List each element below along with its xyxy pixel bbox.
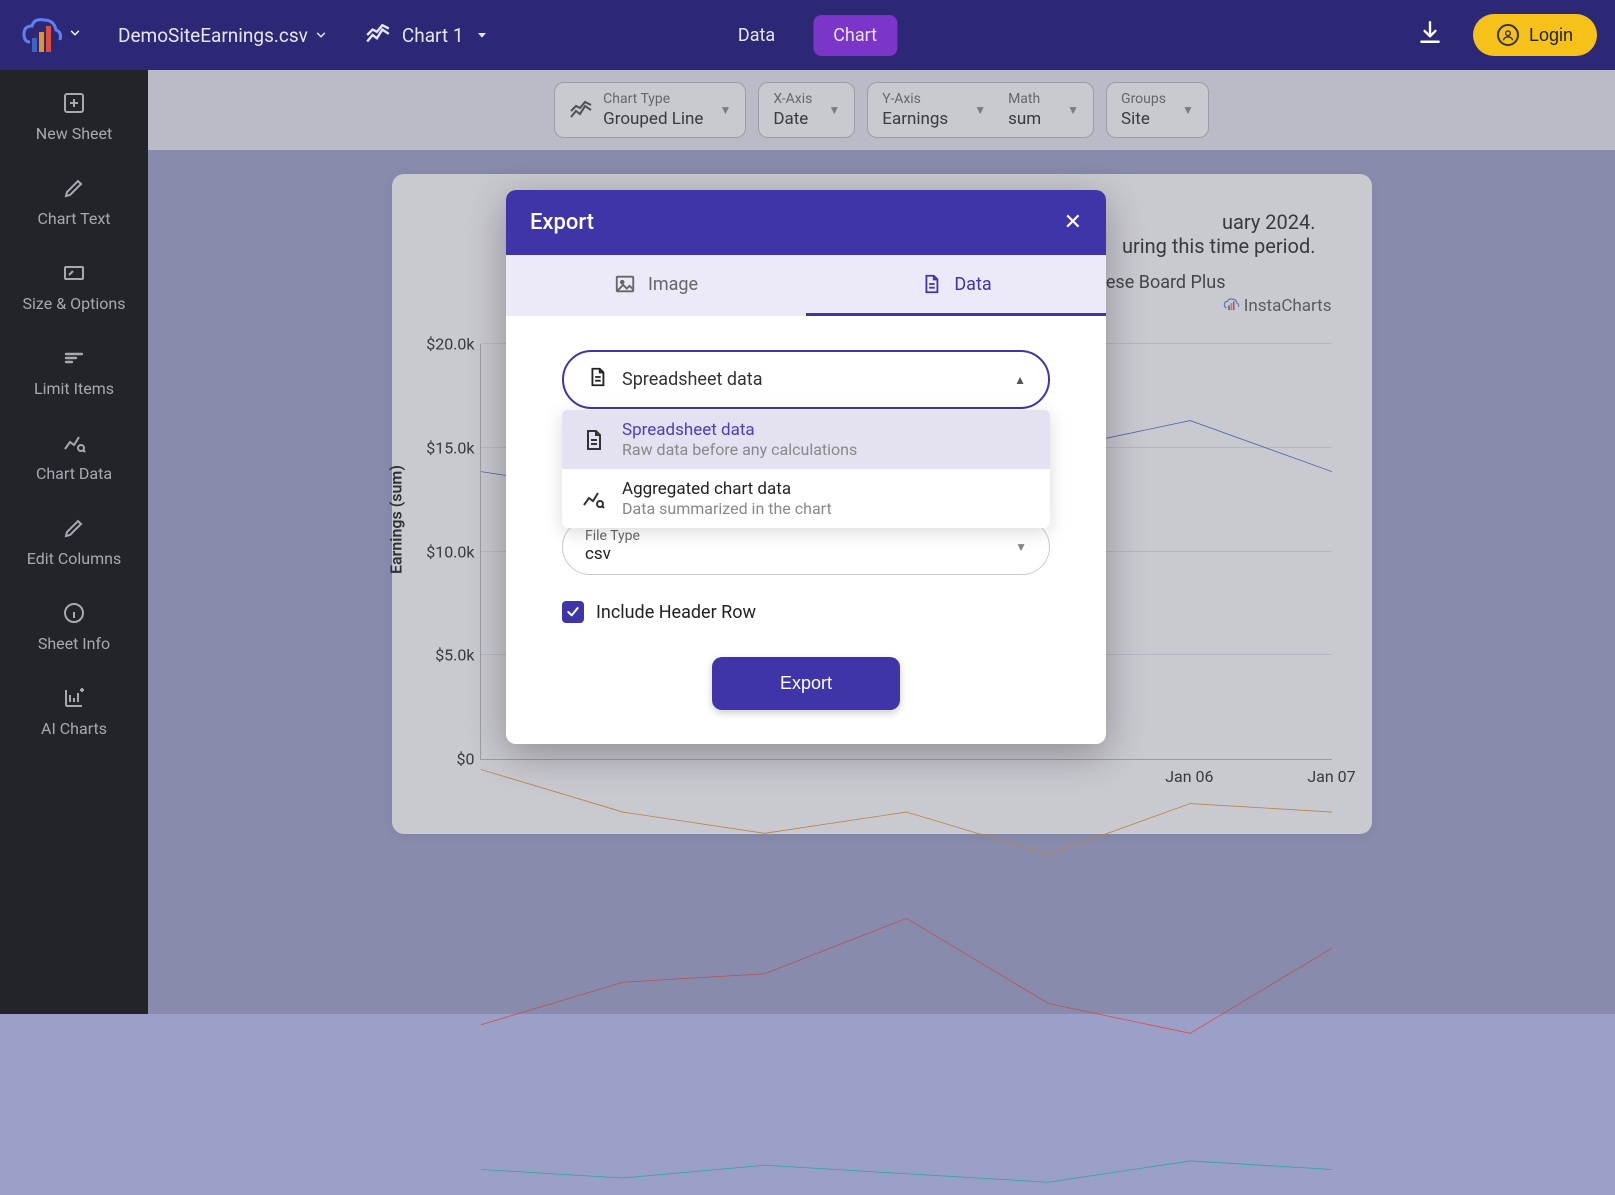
triangle-down-icon: ▼ [1015, 540, 1027, 554]
login-button[interactable]: Login [1473, 14, 1597, 56]
close-icon[interactable]: ✕ [1064, 210, 1082, 235]
select-value: Spreadsheet data [622, 369, 762, 390]
chevron-down-icon [314, 28, 328, 42]
document-icon [580, 427, 606, 453]
chart-selector[interactable]: Chart 1 [364, 21, 490, 49]
file-name: DemoSiteEarnings.csv [118, 24, 308, 47]
toggle-data[interactable]: Data [718, 15, 795, 56]
triangle-up-icon: ▲ [1014, 373, 1026, 387]
include-header-row: Include Header Row [562, 601, 1050, 623]
view-toggle: Data Chart [718, 15, 897, 56]
tab-image[interactable]: Image [506, 255, 806, 316]
tab-data[interactable]: Data [806, 255, 1106, 316]
multiline-icon [364, 21, 392, 49]
modal-body: Spreadsheet data ▲ Spreadsheet data Raw … [506, 316, 1106, 744]
chart-name: Chart 1 [402, 24, 464, 47]
image-icon [614, 273, 636, 295]
toggle-chart[interactable]: Chart [813, 15, 897, 56]
export-modal: Export ✕ Image Data Spreadsheet data ▲ S… [506, 190, 1106, 744]
option-aggregated-data[interactable]: Aggregated chart data Data summarized in… [562, 469, 1050, 528]
logo-block [18, 12, 82, 58]
data-scope-select[interactable]: Spreadsheet data ▲ [562, 350, 1050, 409]
download-icon[interactable] [1417, 19, 1443, 51]
logo-chevron-icon[interactable] [68, 26, 82, 44]
data-scope-dropdown: Spreadsheet data Raw data before any cal… [562, 410, 1050, 528]
triangle-down-icon [474, 27, 490, 43]
modal-header: Export ✕ [506, 190, 1106, 255]
export-button[interactable]: Export [712, 657, 900, 710]
file-selector[interactable]: DemoSiteEarnings.csv [118, 24, 328, 47]
app-logo[interactable] [18, 12, 64, 58]
modal-tabs: Image Data [506, 255, 1106, 316]
analytics-icon [580, 486, 606, 512]
user-icon [1497, 24, 1519, 46]
top-bar: DemoSiteEarnings.csv Chart 1 Data Chart … [0, 0, 1615, 70]
document-icon [920, 273, 942, 295]
modal-title: Export [530, 210, 594, 235]
login-label: Login [1529, 25, 1573, 46]
document-icon [586, 366, 608, 393]
include-header-checkbox[interactable] [562, 601, 584, 623]
option-spreadsheet-data[interactable]: Spreadsheet data Raw data before any cal… [562, 410, 1050, 469]
